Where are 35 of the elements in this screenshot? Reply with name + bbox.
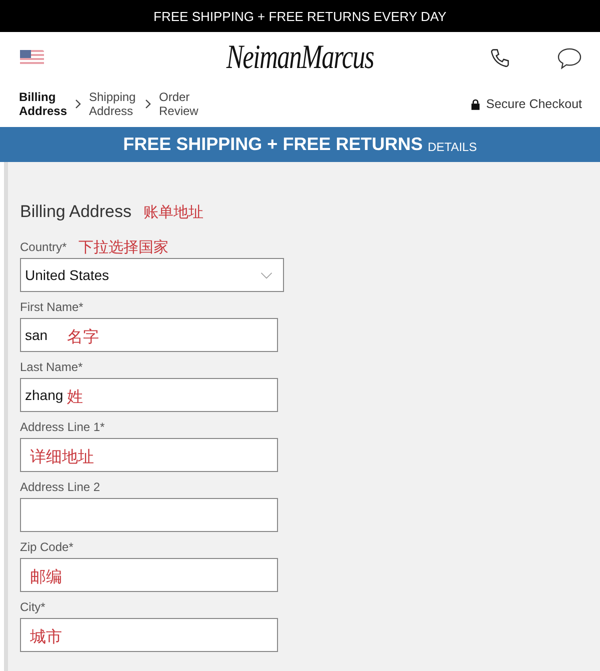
annotation-text: 城市 bbox=[30, 628, 62, 648]
input-field[interactable] bbox=[20, 618, 278, 652]
secure-checkout-text: Secure Checkout bbox=[486, 97, 582, 111]
step-tab[interactable]: Shipping Address bbox=[89, 90, 139, 118]
chat-icon[interactable] bbox=[557, 46, 582, 70]
banner-text: FREE SHIPPING + FREE RETURNS bbox=[123, 134, 423, 155]
annotation-text: 姓 bbox=[67, 388, 83, 408]
flag-icon[interactable] bbox=[20, 50, 44, 66]
chevron-icon bbox=[75, 99, 81, 109]
chevron-down-icon bbox=[260, 272, 273, 278]
annotation-text: 账单地址 bbox=[144, 202, 204, 222]
annotation-text: 下拉选择国家 bbox=[78, 238, 169, 256]
input-field[interactable] bbox=[20, 438, 278, 472]
field-label: Address Line 2 bbox=[20, 480, 100, 494]
chevron-icon bbox=[145, 99, 151, 109]
section-title: Billing Address bbox=[20, 202, 132, 222]
step-tab[interactable]: Order Review bbox=[159, 90, 209, 118]
field-label: City* bbox=[20, 600, 46, 614]
annotation-text: 邮编 bbox=[30, 568, 62, 588]
details-link[interactable]: DETAILS bbox=[428, 140, 477, 154]
country-dropdown[interactable]: United States bbox=[20, 258, 284, 292]
input-field[interactable] bbox=[20, 558, 278, 592]
field-label: Zip Code* bbox=[20, 540, 74, 554]
field-label: Last Name* bbox=[20, 360, 83, 374]
input-field[interactable] bbox=[20, 498, 278, 532]
logo[interactable]: NeimanMarcus bbox=[226, 39, 374, 77]
field-label: Address Line 1* bbox=[20, 420, 105, 434]
annotation-text: 名字 bbox=[67, 328, 99, 348]
phone-icon[interactable] bbox=[489, 47, 511, 69]
step-tab[interactable]: Billing Address bbox=[19, 90, 69, 118]
field-label: First Name* bbox=[20, 300, 84, 314]
annotation-text: 详细地址 bbox=[30, 448, 94, 468]
lock-icon bbox=[471, 98, 480, 110]
promo-text: FREE SHIPPING + FREE RETURNS EVERY DAY bbox=[154, 8, 446, 24]
field-label: Country* bbox=[20, 240, 67, 254]
